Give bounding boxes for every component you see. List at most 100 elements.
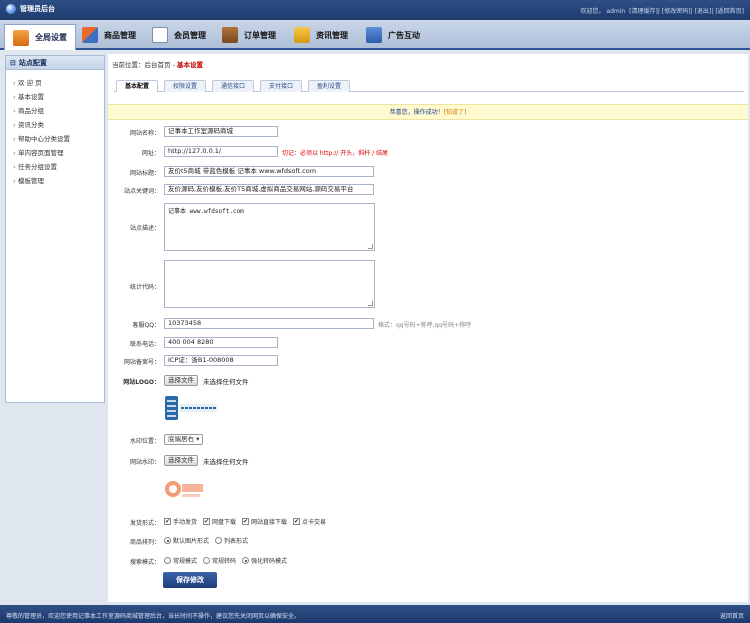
layout-option-image[interactable]: 默认图片形式	[164, 536, 209, 545]
sidebar-item-welcome[interactable]: 欢 迎 页	[6, 76, 104, 90]
checkbox-checked[interactable]: ✔	[203, 518, 211, 525]
search-option-enhanced[interactable]: 强化转码模式	[242, 556, 287, 565]
logo-file-status: 未选择任何文件	[203, 378, 249, 386]
delivery-option-cloud[interactable]: ✔ 网盘下载	[203, 517, 236, 526]
tab-permissions[interactable]: 权限设置	[164, 80, 207, 92]
home-link[interactable]: [返回首页]	[715, 8, 744, 15]
breadcrumb-current: 基本设置	[176, 61, 203, 69]
sidebar-item-product-groups[interactable]: 商品分组	[6, 104, 104, 118]
tab-payment[interactable]: 支付接口	[260, 80, 303, 92]
watermark-label: 网站水印：	[129, 459, 160, 466]
icp-input[interactable]: ICP证：浙B1-008008	[164, 355, 278, 366]
watermark-file-button[interactable]: 选择文件	[164, 455, 198, 466]
option-label: 常规转码	[212, 558, 237, 565]
radio[interactable]	[164, 557, 171, 564]
welcome-text: 欢迎您，	[580, 8, 605, 15]
option-label: 网站直接下载	[251, 519, 288, 526]
radio[interactable]	[215, 537, 223, 544]
collapse-icon[interactable]: ⊟	[10, 59, 16, 67]
sidebar-item-single-pages[interactable]: 单内容页面管理	[6, 146, 104, 160]
nav-orders[interactable]: 订单管理	[222, 23, 276, 47]
watermark-preview-image	[165, 481, 203, 497]
nav-label: 订单管理	[244, 30, 276, 40]
delivery-label: 发货形式：	[129, 520, 160, 527]
option-label: 手动发货	[173, 519, 198, 526]
nav-label: 商品管理	[104, 30, 136, 40]
layout-option-list[interactable]: 列表形式	[215, 536, 248, 545]
checkbox-checked[interactable]: ✔	[293, 518, 301, 525]
search-option-transcode[interactable]: 常规转码	[203, 556, 236, 565]
logo-label: 网站LOGO：	[123, 379, 160, 386]
site-name-input[interactable]: 记事本工作室源码商城	[164, 126, 278, 137]
main-panel: 当前位置：后台首页 - 基本设置 基本配置 权限设置 通信接口 支付接口 盈利设…	[108, 54, 748, 602]
nav-label: 全局设置	[35, 33, 67, 42]
orders-icon	[222, 27, 238, 43]
description-textarea[interactable]: 记事本 www.wfdsoft.com	[164, 203, 375, 251]
products-icon	[82, 27, 98, 43]
nav-label: 广告互动	[388, 30, 420, 40]
sidebar-item-templates[interactable]: 模板管理	[6, 174, 104, 188]
admin-title: 管理员后台	[20, 5, 55, 13]
stats-code-textarea[interactable]	[164, 260, 375, 308]
settings-tabs: 基本配置 权限设置 通信接口 支付接口 盈利设置	[114, 78, 744, 92]
radio-selected[interactable]	[164, 537, 171, 544]
sidebar: ⊟ 站点配置 欢 迎 页 基本设置 商品分组 资讯分类 帮助中心分类设置 单内容…	[5, 55, 105, 403]
product-layout-label: 商品排列：	[129, 539, 160, 546]
site-title-label: 网站标题：	[129, 170, 160, 177]
logo-file-button[interactable]: 选择文件	[164, 375, 198, 386]
phone-input[interactable]: 400 004 8280	[164, 337, 278, 348]
username: admin	[606, 8, 626, 15]
tab-basic[interactable]: 基本配置	[116, 80, 159, 92]
tab-profit[interactable]: 盈利设置	[308, 80, 351, 92]
checkbox-checked[interactable]: ✔	[242, 518, 250, 525]
footer-home-link[interactable]: 返回首页	[720, 611, 744, 620]
change-password-link[interactable]: [修改密码]	[662, 8, 691, 15]
qq-input[interactable]: 10373458	[164, 318, 374, 329]
sidebar-item-help-categories[interactable]: 帮助中心分类设置	[6, 132, 104, 146]
breadcrumb: 当前位置：后台首页 - 基本设置	[112, 59, 203, 69]
option-label: 强化转码模式	[251, 558, 288, 565]
notice-text: 恭喜您，操作成功！	[389, 109, 444, 116]
site-url-label: 网址：	[141, 150, 160, 157]
search-mode-options: 常规模式 常规转码 强化转码模式	[164, 556, 287, 565]
delivery-option-direct[interactable]: ✔ 网站直接下载	[242, 517, 287, 526]
radio[interactable]	[203, 557, 211, 564]
phone-label: 联系电话：	[129, 341, 160, 348]
watermark-pos-select[interactable]: 底端居右 ▾	[164, 434, 204, 445]
sidebar-item-basic-settings[interactable]: 基本设置	[6, 90, 104, 104]
search-option-normal[interactable]: 常规模式	[164, 556, 197, 565]
delivery-option-manual[interactable]: ✔ 手动发货	[164, 517, 197, 526]
option-label: 列表形式	[224, 538, 249, 545]
nav-news[interactable]: 资讯管理	[294, 23, 348, 47]
sidebar-item-task-groups[interactable]: 任务分组设置	[6, 160, 104, 174]
save-button[interactable]: 保存修改	[163, 572, 217, 588]
site-title-input[interactable]: 友价t5商城 带蓝色模板 记事本 www.wfdsoft.com	[164, 166, 374, 177]
nav-products[interactable]: 商品管理	[82, 23, 136, 47]
sidebar-item-news-categories[interactable]: 资讯分类	[6, 118, 104, 132]
site-name-label: 网站名称：	[129, 130, 160, 137]
nav-label: 资讯管理	[316, 30, 348, 40]
admin-logo: 管理员后台	[6, 4, 55, 14]
checkbox-checked[interactable]: ✔	[164, 518, 171, 525]
settings-icon	[13, 29, 29, 46]
keywords-input[interactable]: 友价源码,友价模板,友价T5商城,虚拟商品交易网站,源码交易平台	[164, 184, 374, 195]
ads-icon	[366, 27, 382, 43]
stats-code-label: 统计代码：	[129, 284, 160, 291]
product-layout-options: 默认图片形式 列表形式	[164, 536, 248, 545]
nav-global-settings[interactable]: 全局设置	[4, 24, 76, 50]
option-label: 点卡交易	[302, 519, 327, 526]
site-url-input[interactable]: http://127.0.0.1/	[164, 146, 278, 157]
radio-selected[interactable]	[242, 557, 250, 564]
notice-dismiss-link[interactable]: [知道了]	[444, 109, 467, 116]
clear-cache-link[interactable]: [清理缓存]	[629, 8, 658, 15]
description-label: 站点描述：	[129, 225, 160, 232]
logout-link[interactable]: [退出]	[695, 8, 712, 15]
delivery-option-card[interactable]: ✔ 点卡交易	[293, 517, 326, 526]
breadcrumb-prefix[interactable]: 当前位置：后台首页	[112, 61, 171, 69]
nav-ads[interactable]: 广告互动	[366, 23, 420, 47]
nav-members[interactable]: 会员管理	[152, 23, 206, 47]
tab-communication[interactable]: 通信接口	[212, 80, 255, 92]
option-label: 网盘下载	[212, 519, 237, 526]
footer-notice: 尊敬的管理员，欢迎您使用记事本工作室源码商城管理后台，当长时间不操作，建议您先关…	[6, 613, 301, 620]
news-icon	[294, 27, 310, 43]
